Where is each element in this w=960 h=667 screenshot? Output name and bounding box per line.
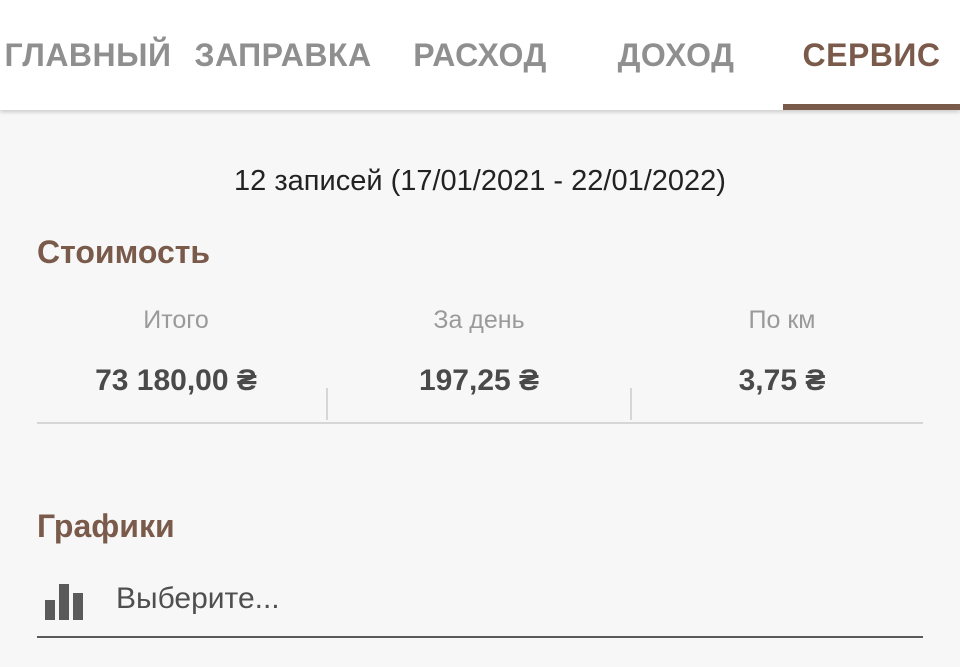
tab-refuel[interactable]: ЗАПРАВКА [183,0,383,110]
tab-bar: ГЛАВНЫЙ ЗАПРАВКА РАСХОД ДОХОД СЕРВИС [0,0,960,110]
stat-total-label: Итого [143,306,209,334]
stat-per-km: По км 3,75 ₴ [632,302,932,422]
stat-per-day: За день 197,25 ₴ [328,302,630,422]
tab-income[interactable]: ДОХОД [600,0,752,110]
chart-type-select[interactable]: Выберите... [37,562,923,638]
stat-per-km-value: 3,75 ₴ [738,364,826,397]
tab-main[interactable]: ГЛАВНЫЙ [0,0,176,110]
tab-service[interactable]: СЕРВИС [783,0,960,110]
bar-chart-icon [45,584,83,620]
stat-per-day-value: 197,25 ₴ [418,364,540,397]
records-summary: 12 записей (17/01/2021 - 22/01/2022) [234,165,726,197]
stat-per-day-label: За день [433,306,525,334]
chart-select-placeholder: Выберите... [116,582,280,615]
charts-section-title: Графики [37,508,175,544]
stat-total: Итого 73 180,00 ₴ [37,302,315,422]
active-tab-indicator [783,104,960,110]
tab-expense[interactable]: РАСХОД [404,0,556,110]
stat-total-value: 73 180,00 ₴ [95,364,257,397]
service-content: 12 записей (17/01/2021 - 22/01/2022) Сто… [0,110,960,667]
cost-section-title: Стоимость [37,234,211,270]
stat-per-km-label: По км [748,306,816,334]
cost-stats: Итого 73 180,00 ₴ За день 197,25 ₴ По км… [37,302,923,424]
